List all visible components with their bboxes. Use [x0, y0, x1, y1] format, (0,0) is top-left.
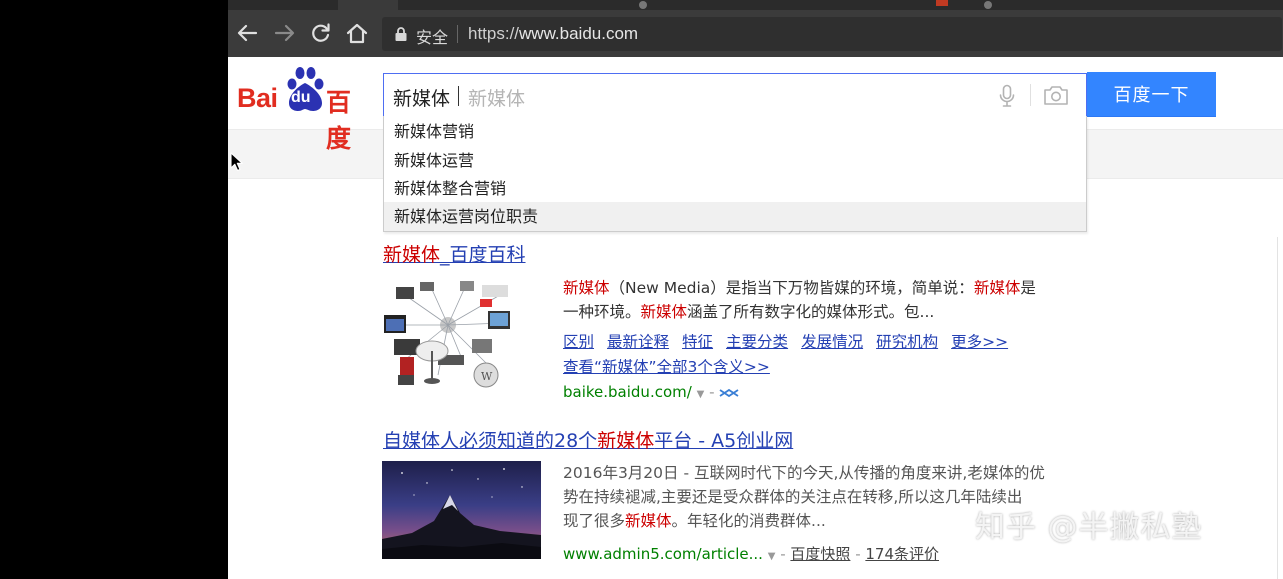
suggestion-dropdown: 新媒体营销 新媒体运营 新媒体整合营销 新媒体运营岗位职责	[383, 116, 1087, 232]
result-thumbnail[interactable]	[382, 461, 541, 559]
url-separator: -	[780, 545, 791, 563]
lock-icon	[395, 27, 407, 41]
search-ghost-text: 新媒体	[468, 88, 526, 110]
reload-button[interactable]	[308, 19, 334, 47]
url-separator: -	[850, 545, 866, 563]
abstract-text: 一种环境。	[563, 303, 641, 321]
text-caret	[458, 86, 459, 106]
result-title-part: 自媒体人必须知道的28个	[383, 430, 598, 452]
mouse-cursor-icon	[230, 152, 243, 172]
baike-badge-icon	[719, 388, 739, 397]
baidu-results-page: Bai du 百度 新媒体 新媒体 百度一下 新媒体营销 新媒体运营 新媒体整合…	[228, 57, 1283, 579]
baidu-logo[interactable]: Bai du 百度	[237, 65, 372, 153]
microphone-icon[interactable]	[998, 84, 1016, 108]
tab-favicon-icon	[984, 1, 992, 9]
text-highlight: 新媒体	[640, 303, 688, 321]
abstract-text: 现了很多	[563, 512, 626, 530]
back-arrow-icon	[237, 24, 258, 42]
result-url: baike.baidu.com/	[563, 383, 692, 401]
back-button[interactable]	[234, 19, 260, 47]
result-url-line: baike.baidu.com/ ▼ -	[563, 383, 739, 401]
more-meanings-link[interactable]: 查看“新媒体”全部3个含义>>	[563, 358, 770, 376]
result-title-rest: _百度百科	[440, 244, 526, 266]
night-mountain-image	[382, 468, 541, 559]
result-url: www.admin5.com/article...	[563, 545, 763, 563]
reload-icon	[312, 23, 330, 42]
abstract-line: 2016年3月20日 - 互联网时代下的今天,从传播的角度来讲,老媒体的优	[563, 464, 1045, 482]
search-typed-text: 新媒体	[393, 88, 451, 110]
sublink[interactable]: 研究机构	[876, 333, 938, 351]
suggestion-item[interactable]: 新媒体整合营销	[384, 174, 1086, 203]
search-box-divider	[1030, 84, 1031, 106]
sublink[interactable]: 发展情况	[801, 333, 863, 351]
logo-du: du	[291, 89, 311, 106]
abstract-line: 新媒体（New Media）是指当下万物皆媒的环境，简单说：新媒体是	[563, 276, 1083, 300]
abstract-text: 是	[1020, 279, 1036, 297]
search-button[interactable]: 百度一下	[1087, 72, 1216, 117]
result-url-line: www.admin5.com/article... ▼ - 百度快照 - 174…	[563, 543, 939, 564]
camera-icon[interactable]	[1043, 84, 1069, 106]
abstract-text: 。年轻化的消费群体...	[671, 512, 826, 530]
result-title-highlight: 新媒体	[383, 244, 441, 266]
suggestion-item[interactable]: 新媒体营销	[384, 117, 1086, 146]
url-dropdown-icon[interactable]: ▼	[768, 551, 776, 562]
result-thumbnail[interactable]: W	[382, 279, 514, 389]
more-meanings: 查看“新媒体”全部3个含义>>	[563, 355, 783, 377]
tab-strip	[228, 0, 1283, 10]
text-highlight: 新媒体	[563, 279, 610, 297]
home-icon	[346, 23, 368, 44]
baike-sublinks: 区别 最新诠释 特征 主要分类 发展情况 研究机构 更多>>	[563, 330, 1021, 352]
text-highlight: 新媒体	[973, 279, 1021, 297]
browser-toolbar: 安全 https://www.baidu.com	[228, 10, 1283, 57]
result-title-highlight: 新媒体	[597, 430, 655, 452]
logo-cn: 百度	[326, 88, 353, 153]
abstract-text: 涵盖了所有数字化的媒体形式。包...	[687, 303, 935, 321]
logo-bai: Bai	[237, 83, 278, 113]
address-bar[interactable]: 安全 https://www.baidu.com	[382, 17, 1282, 51]
reviews-link[interactable]: 174条评价	[865, 545, 939, 563]
active-tab[interactable]	[338, 0, 398, 10]
zhihu-watermark: 知乎 @半撇私塾	[975, 510, 1203, 545]
tab-favicon-icon	[639, 1, 647, 9]
sublink[interactable]: 区别	[563, 333, 594, 351]
svg-text:W: W	[481, 370, 493, 383]
url-dropdown-icon[interactable]: ▼	[697, 389, 705, 400]
sublink[interactable]: 最新诠释	[607, 333, 669, 351]
search-input[interactable]: 新媒体 新媒体	[383, 73, 1087, 117]
abstract-text: （New Media）是指当下万物皆媒的环境，简单说：	[609, 279, 974, 297]
sublink[interactable]: 特征	[682, 333, 713, 351]
result-title-part: 平台 - A5创业网	[654, 430, 794, 452]
result-title[interactable]: 自媒体人必须知道的28个新媒体平台 - A5创业网	[383, 426, 793, 453]
abstract-line: 一种环境。新媒体涵盖了所有数字化的媒体形式。包...	[563, 300, 1083, 324]
forward-arrow-icon	[274, 24, 295, 42]
sublink[interactable]: 主要分类	[726, 333, 788, 351]
snapshot-link[interactable]: 百度快照	[790, 545, 850, 563]
text-highlight: 新媒体	[625, 512, 672, 530]
suggestion-item[interactable]: 新媒体运营	[384, 146, 1086, 175]
more-link[interactable]: 更多>>	[951, 333, 1008, 351]
home-button[interactable]	[344, 19, 370, 47]
url-text[interactable]: https://www.baidu.com	[468, 24, 638, 44]
screen: 安全 https://www.baidu.com Bai du 百度 新媒体 新…	[0, 0, 1283, 579]
url-host: www.baidu.com	[519, 24, 639, 43]
url-separator: -	[709, 383, 720, 401]
tab-favicon-icon	[936, 0, 948, 6]
result-title[interactable]: 新媒体_百度百科	[383, 240, 526, 267]
suggestion-item-hovered[interactable]: 新媒体运营岗位职责	[384, 202, 1086, 231]
url-protocol: https://	[468, 24, 520, 43]
right-column-divider	[1277, 237, 1278, 579]
forward-button[interactable]	[272, 19, 298, 47]
address-divider	[457, 25, 458, 43]
result-abstract: 新媒体（New Media）是指当下万物皆媒的环境，简单说：新媒体是 一种环境。…	[563, 276, 1083, 324]
secure-label: 安全	[416, 28, 449, 47]
